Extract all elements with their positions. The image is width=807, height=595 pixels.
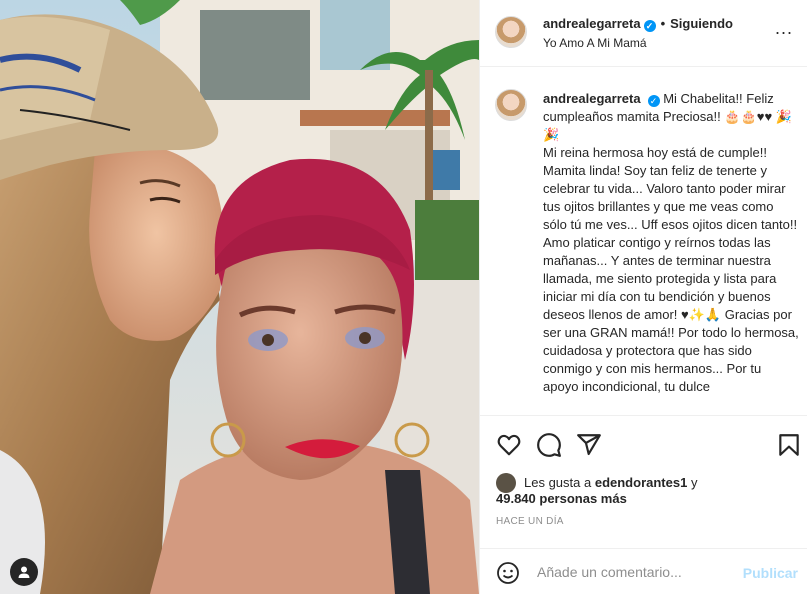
emoji-icon[interactable] — [496, 561, 520, 585]
liker-username[interactable]: edendorantes1 — [595, 475, 687, 490]
caption-username[interactable]: andrealegarreta — [543, 91, 641, 106]
post-timestamp[interactable]: HACE UN DÍA — [496, 516, 564, 527]
likes-count-link[interactable]: 49.840 personas más — [496, 491, 627, 506]
likes-connector: y — [690, 475, 698, 490]
caption-paragraph-2: Mi reina hermosa hoy está de cumple!! Ma… — [543, 145, 798, 232]
share-icon[interactable] — [576, 432, 602, 458]
likes-line: Les gusta a edendorantes1 y — [524, 475, 697, 490]
author-username[interactable]: andrealegarreta — [543, 16, 641, 31]
comment-box: Publicar — [480, 548, 807, 595]
verified-icon: ✓ — [647, 95, 660, 107]
user-tag-button[interactable] — [10, 558, 38, 586]
caption-author-avatar[interactable] — [495, 89, 527, 121]
post-details-panel: andrealegarreta ✓ • Siguiendo Yo Amo A Mi M… — [479, 0, 807, 594]
comment-icon[interactable] — [536, 432, 562, 458]
author-avatar[interactable] — [495, 16, 527, 48]
more-options-button[interactable]: ... — [775, 18, 793, 39]
heart-icon[interactable] — [496, 432, 522, 458]
liker-avatar[interactable] — [496, 473, 516, 493]
bookmark-icon[interactable] — [776, 432, 802, 458]
post-photo[interactable] — [0, 0, 479, 594]
caption-scroll-area[interactable]: andrealegarreta ✓ Mi Chabelita!! Feliz cu… — [480, 66, 807, 415]
photo-illustration — [0, 0, 479, 594]
user-tag-icon — [18, 566, 30, 578]
caption: andrealegarreta ✓ Mi Chabelita!! Feliz cu… — [543, 90, 799, 396]
action-bar — [480, 415, 807, 474]
caption-paragraph-3: Amo platicar contigo y reírnos todas las… — [543, 235, 799, 394]
follow-status-button[interactable]: Siguiendo — [670, 16, 733, 31]
verified-icon: ✓ — [643, 20, 656, 32]
likes-prefix: Les gusta a — [524, 475, 592, 490]
separator-dot: • — [660, 16, 666, 31]
publish-button[interactable]: Publicar — [743, 565, 798, 581]
post-header: andrealegarreta ✓ • Siguiendo Yo Amo A Mi M… — [480, 0, 807, 67]
author-line: andrealegarreta ✓ • Siguiendo — [543, 16, 733, 32]
caption-paragraph-1: andrealegarreta ✓ Mi Chabelita!! Feliz cu… — [543, 90, 799, 144]
comment-input[interactable] — [535, 563, 739, 581]
audio-label[interactable]: Yo Amo A Mi Mamá — [543, 36, 647, 50]
